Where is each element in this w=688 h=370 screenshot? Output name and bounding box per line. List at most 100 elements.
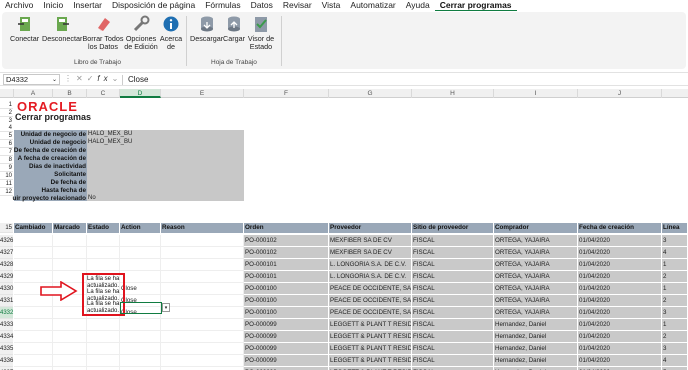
row-header[interactable]: 8 (0, 156, 13, 164)
row-header[interactable]: 12 (0, 188, 13, 196)
param-value[interactable]: No (88, 195, 96, 201)
chevron-down-icon[interactable]: ⌄ (112, 74, 123, 83)
table-cell[interactable]: PO-000101 (244, 259, 329, 271)
table-cell[interactable]: LEGGETT & PLANT T RESIDENC (329, 331, 412, 343)
row-header[interactable]: 4335 (0, 343, 13, 355)
table-cell[interactable]: PO-000099 (244, 355, 329, 367)
table-cell[interactable]: PO-000100 (244, 283, 329, 295)
menu-item[interactable]: Fórmulas (200, 0, 245, 11)
table-cell[interactable] (161, 235, 244, 247)
table-cell[interactable]: 01/04/2020 (578, 319, 662, 331)
table-cell[interactable]: FISCAL (412, 283, 494, 295)
table-cell[interactable] (161, 295, 244, 307)
table-cell[interactable]: Close (120, 283, 161, 295)
table-cell[interactable]: 01/04/2020 (578, 247, 662, 259)
column-header[interactable]: I (494, 89, 578, 98)
download-button[interactable]: Descargar (190, 14, 223, 43)
table-cell[interactable]: FISCAL (412, 343, 494, 355)
menu-item[interactable]: Cerrar programas (434, 0, 517, 11)
table-cell[interactable]: 1 (662, 319, 688, 331)
table-cell[interactable]: PO-000101 (244, 271, 329, 283)
row-header[interactable]: 4 (0, 124, 13, 132)
more-icon[interactable]: ⋮ (64, 74, 76, 83)
disconnect-button[interactable]: Desconectar (42, 14, 82, 43)
row-header[interactable]: 4327 (0, 247, 13, 259)
table-cell[interactable]: 01/04/2020 (578, 355, 662, 367)
table-cell[interactable] (53, 331, 87, 343)
about-button[interactable]: Acerca de (160, 14, 182, 51)
table-cell[interactable] (87, 319, 120, 331)
table-cell[interactable] (87, 355, 120, 367)
table-cell[interactable]: PEACE DE OCCIDENTE, SA DE C (329, 295, 412, 307)
clear-all-data-button[interactable]: Borrar Todos los Datos (82, 14, 124, 51)
row-header[interactable]: 4333 (0, 319, 13, 331)
table-cell[interactable]: MEXFIBER SA DE CV (329, 235, 412, 247)
table-cell[interactable] (53, 235, 87, 247)
table-cell[interactable]: 01/04/2020 (578, 235, 662, 247)
table-cell[interactable]: 1 (662, 283, 688, 295)
table-cell[interactable]: FISCAL (412, 259, 494, 271)
table-cell[interactable] (161, 247, 244, 259)
table-cell[interactable]: ORTEGA, YAJAIRA (494, 283, 578, 295)
column-header[interactable]: A (14, 89, 53, 98)
table-cell[interactable]: LEGGETT & PLANT T RESIDENC (329, 355, 412, 367)
column-header[interactable]: C (87, 89, 120, 98)
table-cell[interactable]: PO-000099 (244, 343, 329, 355)
select-all-corner[interactable] (0, 89, 14, 98)
table-cell[interactable]: FISCAL (412, 271, 494, 283)
enter-icon[interactable]: ✓ (87, 74, 98, 83)
table-cell[interactable] (53, 355, 87, 367)
table-cell[interactable] (14, 307, 53, 319)
column-header[interactable]: E (161, 89, 244, 98)
table-cell[interactable]: PO-000099 (244, 319, 329, 331)
table-cell[interactable]: PEACE DE OCCIDENTE, SA DE C (329, 307, 412, 319)
chevron-down-icon[interactable]: ⌄ (52, 75, 57, 85)
table-cell[interactable]: PO-000099 (244, 331, 329, 343)
table-cell[interactable]: ORTEGA, YAJAIRA (494, 307, 578, 319)
table-cell[interactable]: Hernandez, Daniel (494, 343, 578, 355)
table-cell[interactable] (14, 247, 53, 259)
table-cell[interactable]: FISCAL (412, 331, 494, 343)
table-cell[interactable]: 3 (662, 235, 688, 247)
upload-button[interactable]: Cargar (223, 14, 245, 43)
table-cell[interactable]: Hernandez, Daniel (494, 355, 578, 367)
table-cell[interactable]: MEXFIBER SA DE CV (329, 247, 412, 259)
table-cell[interactable]: LEGGETT & PLANT T RESIDENC (329, 319, 412, 331)
table-cell[interactable]: 01/04/2020 (578, 271, 662, 283)
table-cell[interactable]: FISCAL (412, 247, 494, 259)
table-cell[interactable] (120, 319, 161, 331)
table-cell[interactable] (87, 343, 120, 355)
table-cell[interactable]: FISCAL (412, 307, 494, 319)
table-cell[interactable]: ORTEGA, YAJAIRA (494, 235, 578, 247)
table-cell[interactable] (161, 355, 244, 367)
table-cell[interactable]: 01/04/2020 (578, 331, 662, 343)
table-cell[interactable]: FISCAL (412, 295, 494, 307)
table-cell[interactable] (120, 235, 161, 247)
table-cell[interactable] (161, 283, 244, 295)
table-cell[interactable] (53, 319, 87, 331)
column-header[interactable]: D (120, 89, 161, 98)
row-header[interactable]: 2 (0, 109, 13, 117)
formula-input[interactable]: Close (128, 75, 148, 84)
menu-item[interactable]: Revisar (278, 0, 317, 11)
row-header[interactable]: 4332 (0, 307, 13, 319)
connect-button[interactable]: Conectar (10, 14, 39, 43)
table-cell[interactable]: 4 (662, 247, 688, 259)
table-cell[interactable]: ORTEGA, YAJAIRA (494, 247, 578, 259)
row-header[interactable]: 4328 (0, 259, 13, 271)
table-cell[interactable] (120, 343, 161, 355)
row-header[interactable]: 4326 (0, 235, 13, 247)
table-cell[interactable]: LEGGETT & PLANT T RESIDENC (329, 343, 412, 355)
table-cell[interactable]: PO-000100 (244, 295, 329, 307)
table-cell[interactable] (14, 259, 53, 271)
status-viewer-button[interactable]: Visor de Estado (247, 14, 275, 51)
table-cell[interactable] (161, 259, 244, 271)
table-cell[interactable]: 01/04/2020 (578, 259, 662, 271)
table-cell[interactable]: 3 (662, 343, 688, 355)
table-cell[interactable] (14, 331, 53, 343)
column-header[interactable]: H (412, 89, 494, 98)
table-cell[interactable]: PEACE DE OCCIDENTE, SA DE C (329, 283, 412, 295)
menu-item[interactable]: Vista (317, 0, 346, 11)
table-cell[interactable] (161, 271, 244, 283)
table-cell[interactable]: FISCAL (412, 319, 494, 331)
